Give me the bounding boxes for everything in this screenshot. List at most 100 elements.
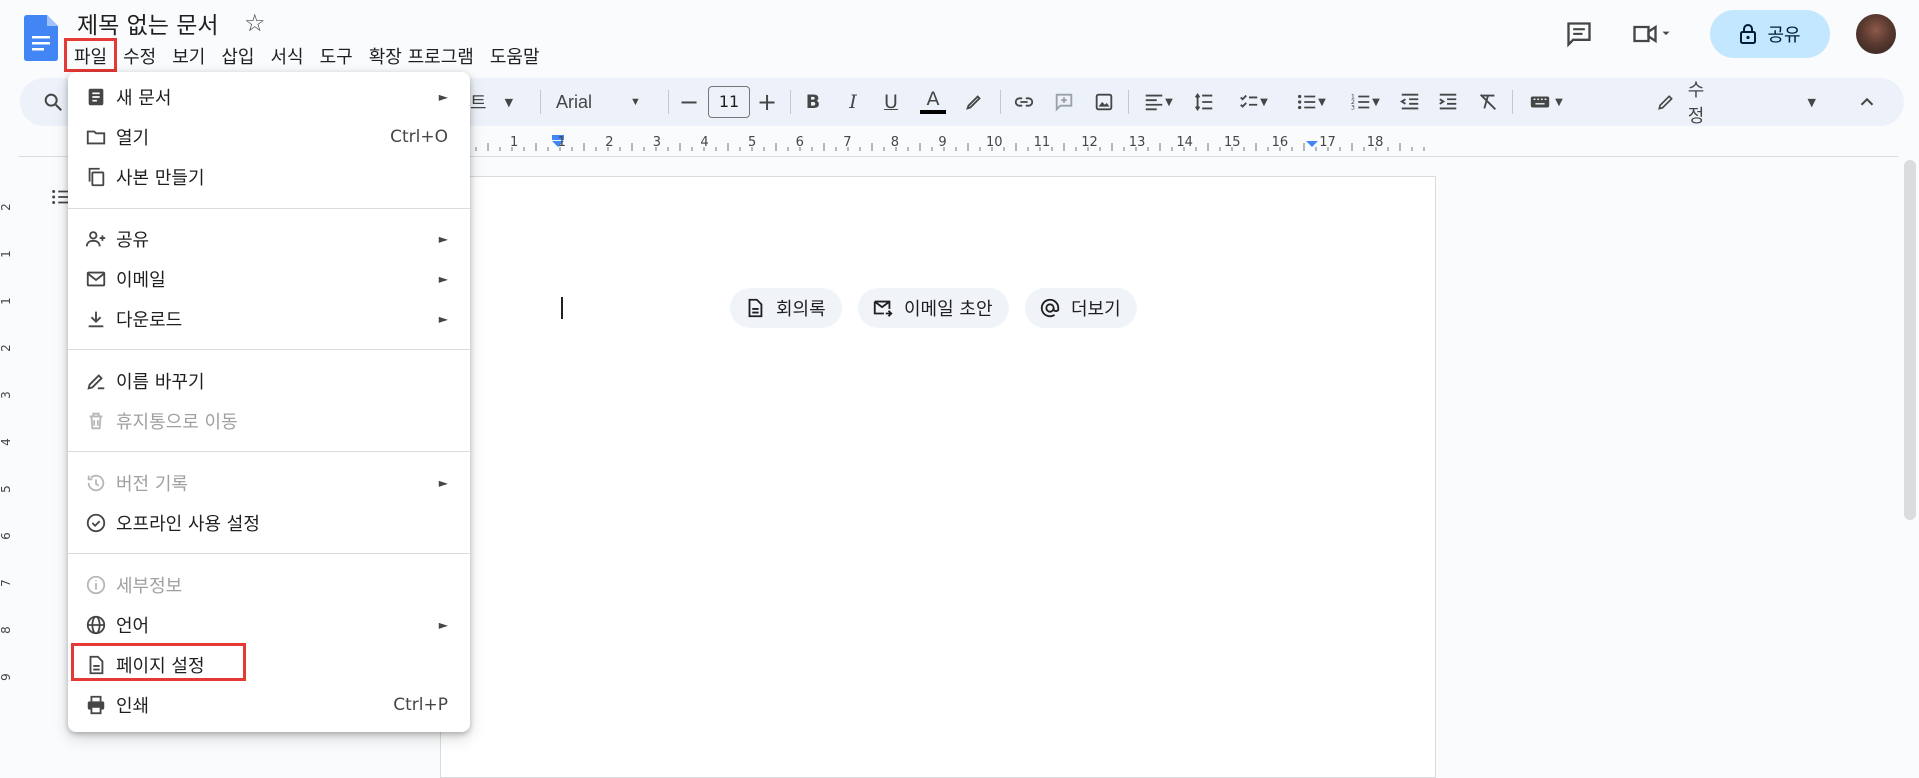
menu-view[interactable]: 보기 bbox=[164, 40, 213, 70]
ruler-number: 3 bbox=[652, 135, 662, 150]
menu-item-email[interactable]: 이메일 ► bbox=[68, 259, 470, 299]
document-title[interactable]: 제목 없는 문서 bbox=[77, 6, 219, 40]
chip-more[interactable]: 더보기 bbox=[1025, 288, 1137, 328]
increase-font-size-button[interactable]: + bbox=[754, 78, 780, 126]
menu-item-offline[interactable]: 오프라인 사용 설정 bbox=[68, 503, 470, 543]
vertical-scrollbar[interactable] bbox=[1904, 160, 1916, 520]
menu-help[interactable]: 도움말 bbox=[482, 40, 548, 70]
menu-item-label: 이름 바꾸기 bbox=[116, 372, 205, 393]
ruler-number: 14 bbox=[1176, 135, 1193, 150]
share-button[interactable]: 공유 bbox=[1710, 10, 1830, 58]
comments-icon[interactable] bbox=[1565, 20, 1593, 48]
folder-icon bbox=[84, 125, 108, 149]
menu-item-rename[interactable]: 이름 바꾸기 bbox=[68, 361, 470, 401]
increase-indent-icon[interactable] bbox=[1434, 78, 1462, 126]
menu-divider bbox=[68, 553, 470, 554]
underline-button[interactable]: U bbox=[878, 78, 904, 126]
menu-item-version-history[interactable]: 버전 기록 ► bbox=[68, 463, 470, 503]
editing-mode-dropdown[interactable]: 수정 ▼ bbox=[1656, 78, 1816, 127]
star-icon[interactable]: ☆ bbox=[244, 9, 266, 37]
menu-item-open[interactable]: 열기 Ctrl+O bbox=[68, 117, 470, 157]
decrease-font-size-button[interactable]: − bbox=[676, 78, 702, 126]
bold-button[interactable]: B bbox=[800, 78, 826, 126]
text-color-swatch bbox=[920, 110, 946, 114]
menu-format[interactable]: 서식 bbox=[263, 40, 312, 70]
menu-item-language[interactable]: 언어 ► bbox=[68, 605, 470, 645]
menu-file[interactable]: 파일 bbox=[63, 38, 118, 72]
chip-label: 더보기 bbox=[1071, 299, 1121, 320]
chip-meeting-notes[interactable]: 회의록 bbox=[730, 288, 842, 328]
menu-item-new-document[interactable]: 새 문서 ► bbox=[68, 77, 470, 117]
meet-video-icon[interactable] bbox=[1630, 20, 1674, 48]
highlight-pen-icon[interactable] bbox=[960, 78, 988, 126]
search-menus-icon[interactable] bbox=[38, 78, 68, 126]
mail-icon bbox=[84, 267, 108, 291]
menu-item-label: 이메일 bbox=[116, 270, 166, 291]
menu-edit[interactable]: 수정 bbox=[115, 40, 164, 70]
vertical-ruler-number: 3 bbox=[0, 391, 13, 399]
font-family-dropdown[interactable]: Arial ▼ bbox=[556, 78, 656, 126]
svg-text:3: 3 bbox=[1351, 103, 1355, 111]
menu-insert[interactable]: 삽입 bbox=[213, 40, 262, 70]
align-left-icon[interactable]: ▼ bbox=[1138, 78, 1178, 126]
menu-item-make-copy[interactable]: 사본 만들기 bbox=[68, 157, 470, 197]
toolbar-divider bbox=[790, 90, 791, 114]
submenu-arrow-icon: ► bbox=[438, 90, 448, 104]
ruler-number: 1 bbox=[557, 135, 566, 150]
add-comment-icon[interactable] bbox=[1050, 78, 1078, 126]
offline-check-icon bbox=[84, 511, 108, 535]
clear-formatting-icon[interactable] bbox=[1474, 78, 1502, 126]
page-setup-highlight-box bbox=[71, 643, 246, 681]
ruler-number: 17 bbox=[1319, 135, 1336, 150]
decrease-indent-icon[interactable] bbox=[1396, 78, 1424, 126]
ruler-number: 9 bbox=[938, 135, 947, 150]
toolbar-divider bbox=[1000, 90, 1001, 114]
bulleted-list-icon[interactable]: ▼ bbox=[1288, 78, 1334, 126]
submenu-arrow-icon: ► bbox=[438, 312, 448, 326]
vertical-ruler-number: 5 bbox=[0, 485, 13, 493]
menu-item-label: 세부정보 bbox=[116, 576, 183, 597]
top-bar: 제목 없는 문서 ☆ 파일 수정 보기 삽입 서식 도구 확장 프로그램 도움말… bbox=[0, 0, 1919, 76]
font-size-input[interactable]: 11 bbox=[708, 86, 750, 118]
menu-item-details[interactable]: 세부정보 bbox=[68, 565, 470, 605]
docs-logo-icon[interactable] bbox=[24, 15, 58, 61]
doc-icon bbox=[748, 298, 763, 318]
italic-button[interactable]: I bbox=[840, 78, 866, 126]
styles-dropdown[interactable]: 트 ▼ bbox=[470, 78, 530, 126]
menu-item-label: 새 문서 bbox=[116, 88, 172, 109]
insert-link-icon[interactable] bbox=[1010, 78, 1038, 126]
menu-item-move-to-trash[interactable]: 휴지통으로 이동 bbox=[68, 401, 470, 441]
vertical-ruler-number: 9 bbox=[0, 673, 13, 681]
file-menu-dropdown: 새 문서 ► 열기 Ctrl+O 사본 만들기 공유 ► 이메일 ► 다운로드 … bbox=[68, 72, 470, 732]
avatar[interactable] bbox=[1856, 14, 1896, 54]
insert-image-icon[interactable] bbox=[1090, 78, 1118, 126]
vertical-ruler-number: 8 bbox=[0, 626, 13, 634]
menu-bar: 파일 수정 보기 삽입 서식 도구 확장 프로그램 도움말 bbox=[63, 38, 548, 72]
ruler-number: 16 bbox=[1271, 135, 1289, 150]
chip-email-draft[interactable]: 이메일 초안 bbox=[858, 288, 1009, 328]
toolbar-divider bbox=[668, 90, 669, 114]
input-tools-keyboard-icon[interactable]: ▼ bbox=[1522, 78, 1570, 126]
text-color-button[interactable]: A bbox=[918, 78, 948, 126]
checklist-icon[interactable]: ▼ bbox=[1230, 78, 1276, 126]
menu-item-label: 사본 만들기 bbox=[116, 168, 205, 189]
document-page[interactable] bbox=[440, 176, 1436, 778]
globe-icon bbox=[84, 613, 108, 637]
ruler-number: 13 bbox=[1128, 135, 1146, 150]
menu-extensions[interactable]: 확장 프로그램 bbox=[361, 40, 482, 70]
toolbar-divider bbox=[1128, 90, 1129, 114]
vertical-ruler[interactable]: 2 1 1 2 3 4 5 6 7 8 9 bbox=[0, 190, 18, 751]
menu-item-share[interactable]: 공유 ► bbox=[68, 219, 470, 259]
menu-item-print[interactable]: 인쇄 Ctrl+P bbox=[68, 685, 470, 725]
numbered-list-icon[interactable]: 1 2 3 ▼ bbox=[1342, 78, 1388, 126]
text-cursor bbox=[561, 297, 563, 319]
menu-tools[interactable]: 도구 bbox=[312, 40, 361, 70]
vertical-ruler-number: 2 bbox=[0, 203, 13, 211]
ruler-number: 7 bbox=[843, 135, 852, 150]
collapse-menus-chevron-up-icon[interactable] bbox=[1850, 78, 1884, 126]
menu-item-download[interactable]: 다운로드 ► bbox=[68, 299, 470, 339]
line-spacing-icon[interactable] bbox=[1190, 78, 1218, 126]
vertical-ruler-number: 2 bbox=[0, 344, 13, 352]
ruler-number: 15 bbox=[1224, 135, 1241, 150]
chip-label: 회의록 bbox=[776, 299, 826, 320]
